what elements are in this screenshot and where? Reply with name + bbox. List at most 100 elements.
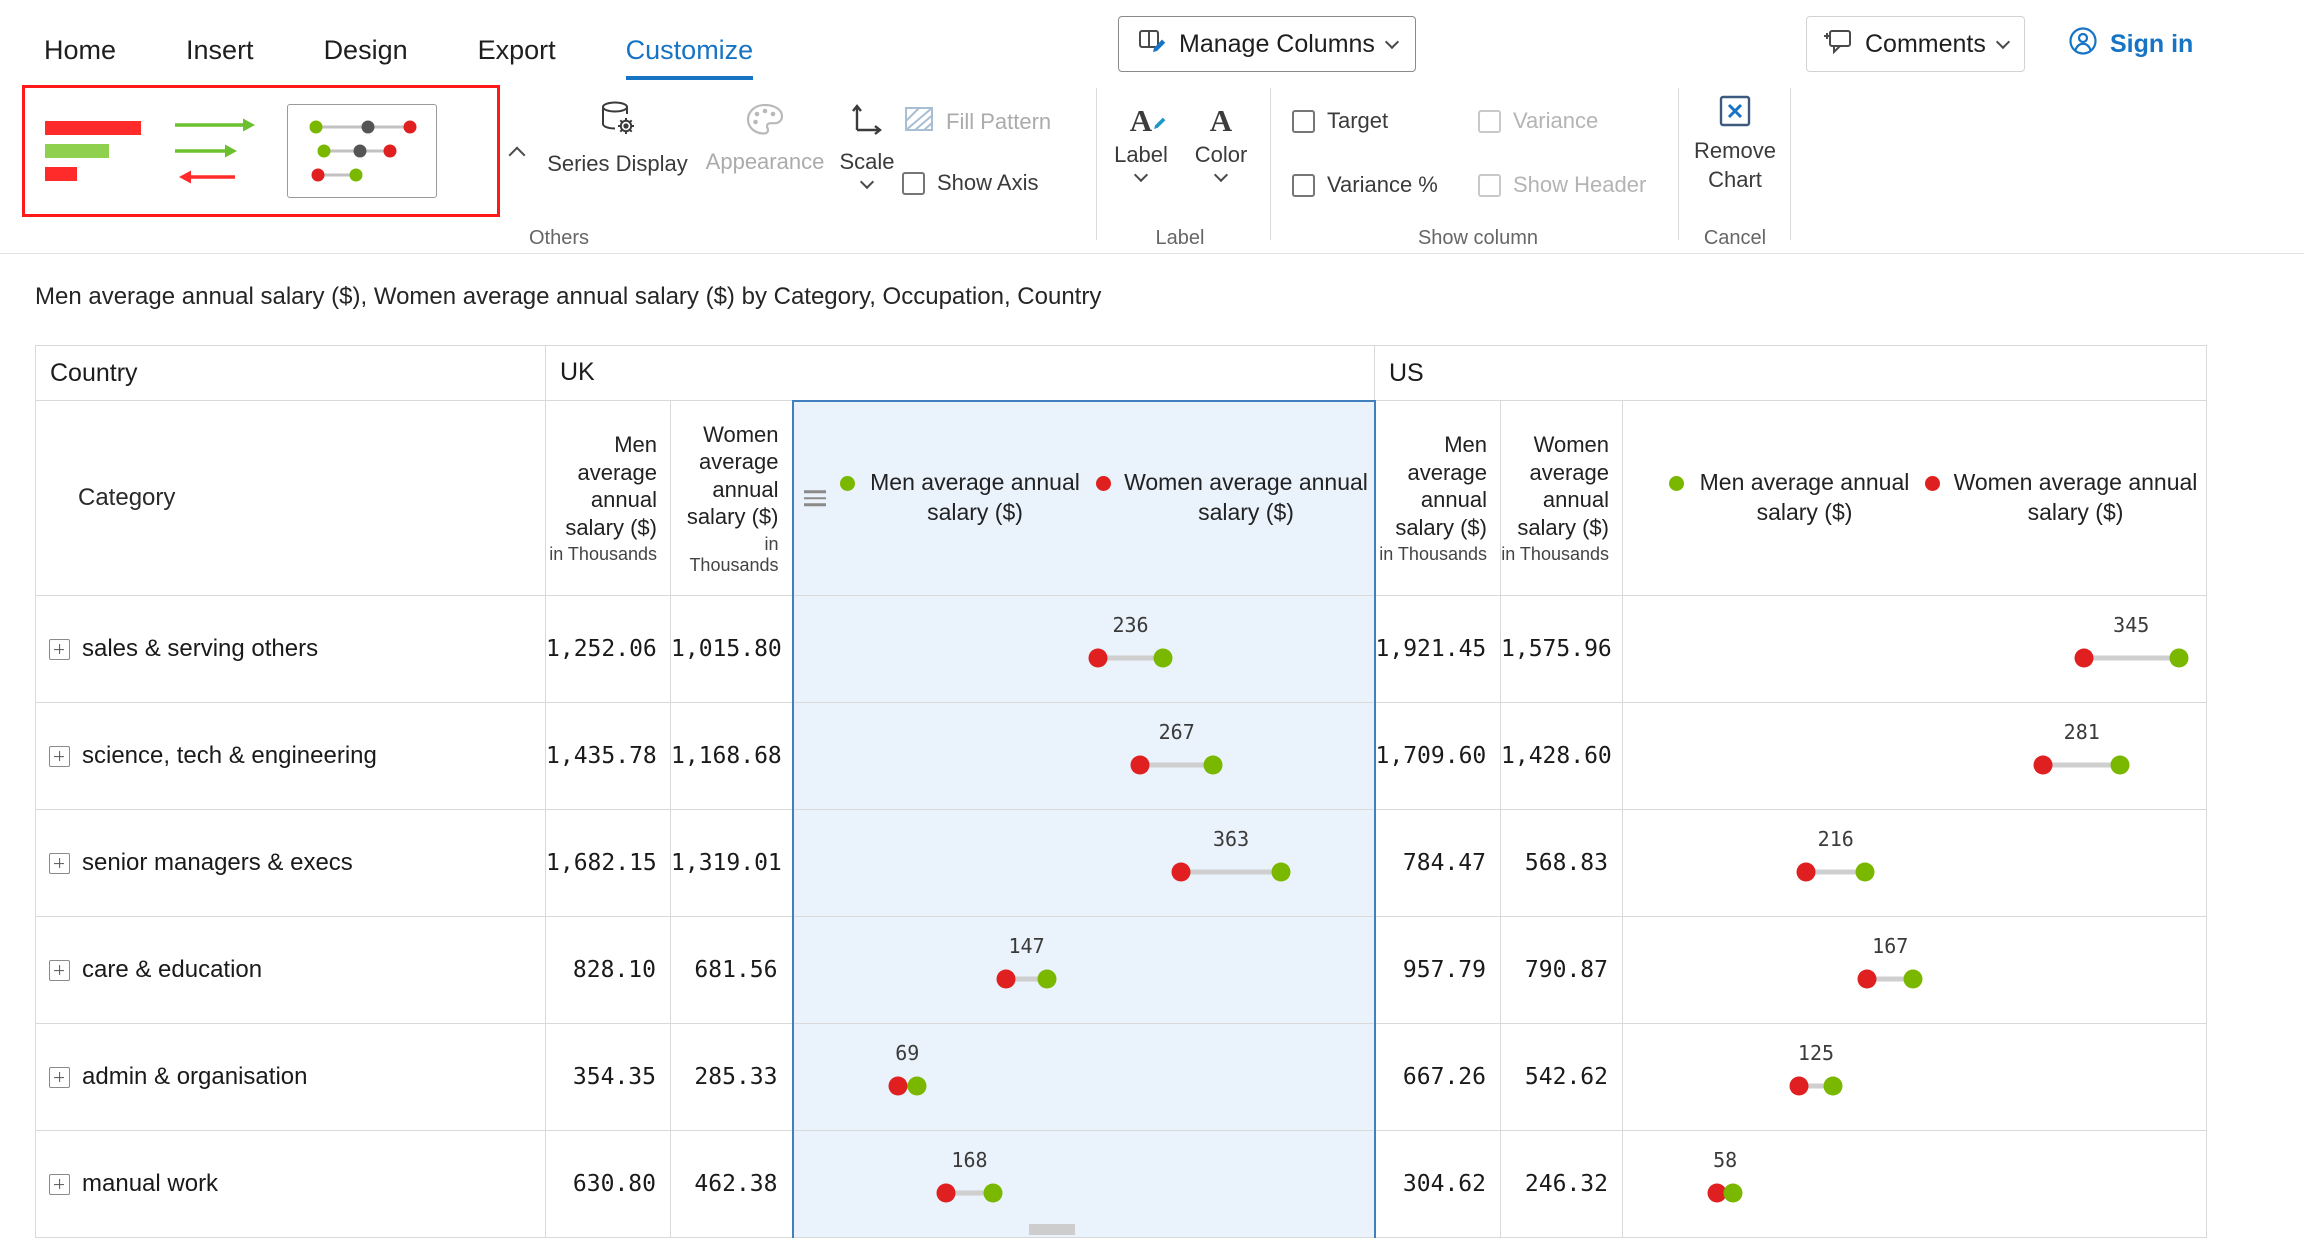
- men-dot[interactable]: [1153, 649, 1172, 668]
- us-men-value-cell[interactable]: 957.79: [1375, 917, 1501, 1024]
- uk-group-header[interactable]: UK: [546, 346, 1375, 401]
- manage-columns-button[interactable]: Manage Columns: [1118, 16, 1416, 72]
- us-women-value-cell[interactable]: 1,428.60: [1501, 703, 1623, 810]
- category-cell[interactable]: senior managers & execs: [36, 810, 546, 917]
- women-dot[interactable]: [1089, 649, 1108, 668]
- women-dot[interactable]: [888, 1077, 907, 1096]
- us-women-value-cell[interactable]: 568.83: [1501, 810, 1623, 917]
- category-cell[interactable]: care & education: [36, 917, 546, 1024]
- category-cell[interactable]: science, tech & engineering: [36, 703, 546, 810]
- us-women-value-cell[interactable]: 790.87: [1501, 917, 1623, 1024]
- uk-women-value-cell[interactable]: 1,319.01: [671, 810, 793, 917]
- us-women-value-cell[interactable]: 1,575.96: [1501, 596, 1623, 703]
- tab-customize[interactable]: Customize: [626, 35, 754, 80]
- tab-export[interactable]: Export: [478, 35, 556, 80]
- color-button[interactable]: A Color: [1188, 96, 1254, 180]
- uk-men-value-cell[interactable]: 630.80: [546, 1131, 671, 1238]
- uk-women-value-cell[interactable]: 462.38: [671, 1131, 793, 1238]
- us-dotplot-cell[interactable]: 216: [1623, 810, 2207, 917]
- uk-men-value-cell[interactable]: 1,252.06: [546, 596, 671, 703]
- expand-icon[interactable]: [49, 1174, 70, 1195]
- show-axis-checkbox[interactable]: [902, 172, 925, 195]
- us-dotplot-cell[interactable]: 345: [1623, 596, 2207, 703]
- us-dotplot-cell[interactable]: 58: [1623, 1131, 2207, 1238]
- uk-women-value-cell[interactable]: 285.33: [671, 1024, 793, 1131]
- men-dot[interactable]: [1824, 1077, 1843, 1096]
- uk-men-value-cell[interactable]: 828.10: [546, 917, 671, 1024]
- uk-women-value-cell[interactable]: 1,015.80: [671, 596, 793, 703]
- women-dot[interactable]: [1131, 756, 1150, 775]
- sign-in-button[interactable]: Sign in: [2068, 22, 2193, 66]
- us-group-header[interactable]: US: [1375, 346, 2207, 401]
- men-dot[interactable]: [1904, 970, 1923, 989]
- remove-chart-button[interactable]: Remove Chart: [1690, 92, 1780, 193]
- us-chart-column-header[interactable]: Men average annual salary ($) Women aver…: [1623, 401, 2207, 596]
- us-dotplot-cell[interactable]: 167: [1623, 917, 2207, 1024]
- uk-dotplot-cell[interactable]: 69: [793, 1024, 1375, 1131]
- expand-icon[interactable]: [49, 853, 70, 874]
- uk-men-column-header[interactable]: Men average annual salary ($) in Thousan…: [546, 401, 671, 596]
- us-dotplot-cell[interactable]: 281: [1623, 703, 2207, 810]
- us-men-value-cell[interactable]: 667.26: [1375, 1024, 1501, 1131]
- category-cell[interactable]: manual work: [36, 1131, 546, 1238]
- us-men-value-cell[interactable]: 304.62: [1375, 1131, 1501, 1238]
- label-button[interactable]: A Label: [1108, 96, 1174, 180]
- style-bars-thumbnail[interactable]: [45, 118, 149, 184]
- us-women-column-header[interactable]: Women average annual salary ($) in Thous…: [1501, 401, 1623, 596]
- men-dot[interactable]: [2169, 649, 2188, 668]
- men-dot[interactable]: [983, 1184, 1002, 1203]
- target-checkbox[interactable]: [1292, 110, 1315, 133]
- expand-icon[interactable]: [49, 1067, 70, 1088]
- men-dot[interactable]: [1037, 970, 1056, 989]
- tab-design[interactable]: Design: [324, 35, 408, 80]
- scale-button[interactable]: Scale: [828, 98, 906, 187]
- us-women-value-cell[interactable]: 246.32: [1501, 1131, 1623, 1238]
- women-dot[interactable]: [1172, 863, 1191, 882]
- us-men-value-cell[interactable]: 784.47: [1375, 810, 1501, 917]
- uk-chart-column-header[interactable]: Men average annual salary ($) Women aver…: [793, 401, 1375, 596]
- men-dot[interactable]: [907, 1077, 926, 1096]
- tab-home[interactable]: Home: [44, 35, 116, 80]
- uk-dotplot-cell[interactable]: 267: [793, 703, 1375, 810]
- expand-icon[interactable]: [49, 960, 70, 981]
- uk-men-value-cell[interactable]: 1,435.78: [546, 703, 671, 810]
- category-cell[interactable]: sales & serving others: [36, 596, 546, 703]
- style-dotplot-thumbnail[interactable]: [287, 104, 437, 198]
- comments-button[interactable]: Comments: [1806, 16, 2025, 72]
- uk-men-value-cell[interactable]: 354.35: [546, 1024, 671, 1131]
- uk-men-value-cell[interactable]: 1,682.15: [546, 810, 671, 917]
- men-dot[interactable]: [1724, 1184, 1743, 1203]
- series-display-button[interactable]: Series Display: [540, 98, 695, 177]
- gallery-collapse-button[interactable]: [500, 135, 534, 169]
- tab-insert[interactable]: Insert: [186, 35, 254, 80]
- us-dotplot-cell[interactable]: 125: [1623, 1024, 2207, 1131]
- uk-dotplot-cell[interactable]: 236: [793, 596, 1375, 703]
- expand-icon[interactable]: [49, 746, 70, 767]
- style-arrows-thumbnail[interactable]: [169, 113, 261, 189]
- uk-women-value-cell[interactable]: 1,168.68: [671, 703, 793, 810]
- women-dot[interactable]: [997, 970, 1016, 989]
- us-men-value-cell[interactable]: 1,921.45: [1375, 596, 1501, 703]
- men-dot[interactable]: [1271, 863, 1290, 882]
- column-drag-handle-icon[interactable]: [804, 491, 826, 507]
- us-men-value-cell[interactable]: 1,709.60: [1375, 703, 1501, 810]
- us-men-column-header[interactable]: Men average annual salary ($) in Thousan…: [1375, 401, 1501, 596]
- men-dot[interactable]: [1204, 756, 1223, 775]
- variance-pct-checkbox[interactable]: [1292, 174, 1315, 197]
- women-dot[interactable]: [1797, 863, 1816, 882]
- uk-dotplot-cell[interactable]: 168: [793, 1131, 1375, 1238]
- horizontal-scrollbar-thumb[interactable]: [1029, 1224, 1075, 1235]
- uk-dotplot-cell[interactable]: 147: [793, 917, 1375, 1024]
- women-dot[interactable]: [937, 1184, 956, 1203]
- uk-women-column-header[interactable]: Women average annual salary ($) in Thous…: [671, 401, 793, 596]
- expand-icon[interactable]: [49, 639, 70, 660]
- women-dot[interactable]: [2074, 649, 2093, 668]
- women-dot[interactable]: [2033, 756, 2052, 775]
- uk-dotplot-cell[interactable]: 363: [793, 810, 1375, 917]
- category-cell[interactable]: admin & organisation: [36, 1024, 546, 1131]
- us-women-value-cell[interactable]: 542.62: [1501, 1024, 1623, 1131]
- men-dot[interactable]: [1856, 863, 1875, 882]
- men-dot[interactable]: [2111, 756, 2130, 775]
- women-dot[interactable]: [1789, 1077, 1808, 1096]
- women-dot[interactable]: [1858, 970, 1877, 989]
